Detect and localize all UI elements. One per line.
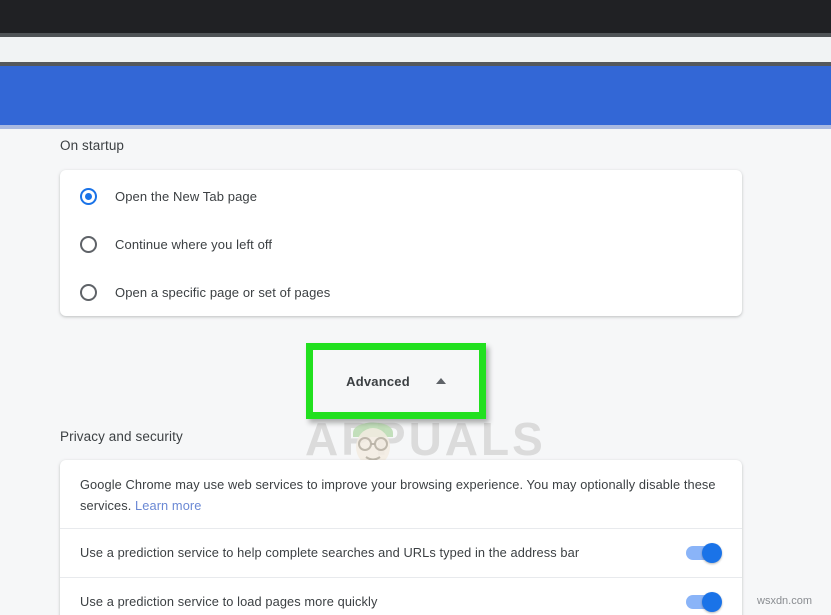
- startup-option-label: Continue where you left off: [115, 236, 273, 252]
- toggle-prediction-load-pages[interactable]: [686, 591, 722, 612]
- settings-header: Search settings: [0, 66, 831, 184]
- radio-continue-where-left-off[interactable]: [80, 235, 97, 253]
- startup-option-label: Open the New Tab page: [115, 188, 258, 204]
- toggle-knob: [702, 591, 722, 612]
- startup-option-continue[interactable]: Continue where you left off: [60, 220, 742, 268]
- startup-option-new-tab[interactable]: Open the New Tab page: [60, 172, 742, 220]
- toggle-knob: [702, 542, 722, 563]
- chrome-settings-screenshot: Search settings On startup Open the New …: [0, 0, 831, 615]
- advanced-button[interactable]: Advanced: [313, 350, 479, 412]
- privacy-and-security-card: Google Chrome may use web services to im…: [60, 460, 742, 615]
- learn-more-link[interactable]: Learn more: [135, 498, 201, 513]
- setting-label: Use a prediction service to load pages m…: [80, 594, 378, 609]
- setting-label: Use a prediction service to help complet…: [80, 545, 580, 560]
- setting-row-prediction-address-bar[interactable]: Use a prediction service to help complet…: [60, 528, 742, 577]
- appuals-watermark: APPUALS: [305, 413, 546, 465]
- settings-page-body: On startup Open the New Tab page Continu…: [0, 129, 831, 615]
- advanced-button-label: Advanced: [346, 373, 410, 389]
- section-title-on-startup: On startup: [60, 138, 125, 153]
- startup-option-specific-page[interactable]: Open a specific page or set of pages: [60, 268, 742, 316]
- toggle-prediction-address-bar[interactable]: [686, 542, 722, 563]
- setting-row-prediction-load-pages[interactable]: Use a prediction service to load pages m…: [60, 577, 742, 615]
- startup-option-label: Open a specific page or set of pages: [115, 284, 331, 300]
- chevron-up-icon: [435, 378, 446, 384]
- radio-new-tab-page[interactable]: [80, 187, 97, 205]
- corner-watermark: wsxdn.com: [757, 595, 813, 607]
- section-title-privacy-and-security: Privacy and security: [60, 429, 183, 444]
- radio-open-specific-page[interactable]: [80, 283, 97, 301]
- browser-titlebar: [0, 0, 831, 33]
- on-startup-card: Open the New Tab page Continue where you…: [60, 170, 742, 316]
- advanced-highlight-box: Advanced: [306, 343, 486, 419]
- privacy-description: Google Chrome may use web services to im…: [80, 474, 725, 516]
- browser-toolbar-strip: [0, 37, 831, 62]
